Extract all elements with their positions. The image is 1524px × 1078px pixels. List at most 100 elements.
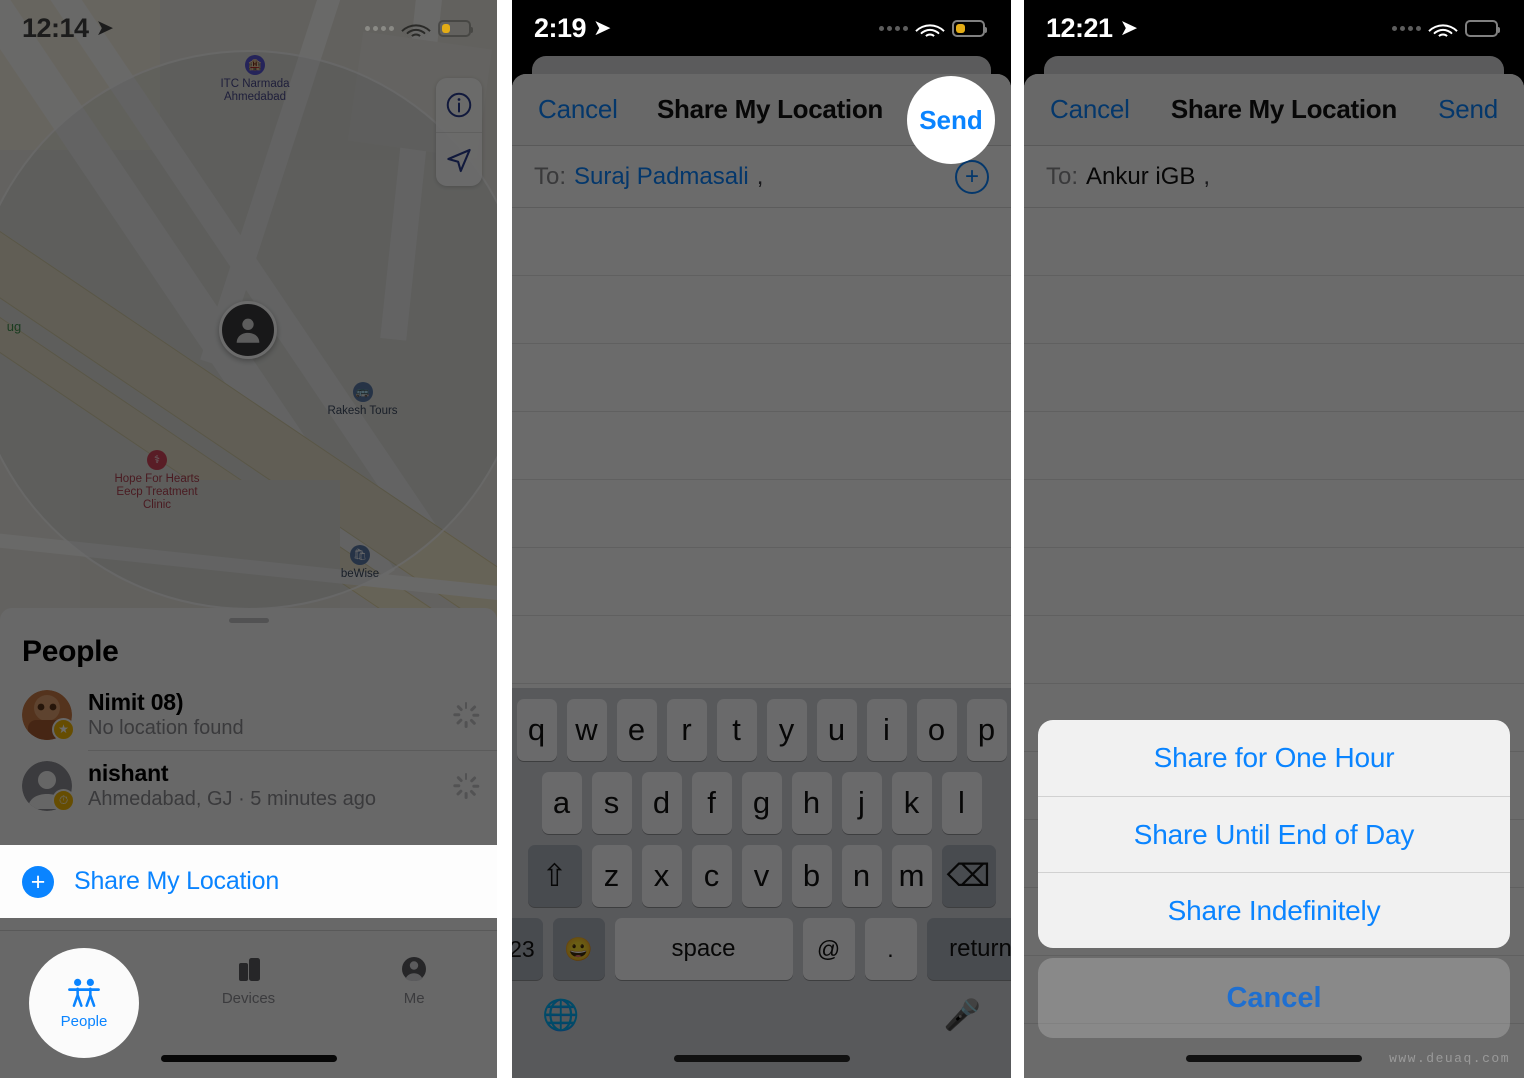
info-button[interactable] [436,78,482,132]
key-k[interactable]: k [891,772,932,834]
add-contact-icon[interactable]: + [955,159,989,194]
map-poi-bewise[interactable]: 🛍 beWise [320,545,400,581]
key-g[interactable]: g [741,772,782,834]
keyboard-bottom-row: 🌐 🎤 [512,980,1011,1033]
locate-button[interactable] [436,132,482,186]
key-r[interactable]: r [666,699,707,761]
key-y[interactable]: y [766,699,807,761]
emoji-key-icon[interactable]: 😀 [552,918,605,980]
person-status: No location found [88,717,244,739]
shift-key-icon[interactable]: ⇧ [527,845,582,907]
status-bar: 2:19 ➤ [512,0,1011,56]
key-x[interactable]: x [641,845,682,907]
key-m[interactable]: m [891,845,932,907]
current-user-location-pin[interactable] [219,301,277,359]
backspace-key-icon[interactable]: ⌫ [941,845,996,907]
battery-low-power-icon [952,19,987,37]
action-sheet: Share for One Hour Share Until End of Da… [1038,720,1510,1038]
cancel-button[interactable]: Cancel [1050,94,1130,125]
tab-devices[interactable]: Devices [166,931,332,1031]
hotel-icon: 🏨 [245,55,265,75]
share-indefinitely-button[interactable]: Share Indefinitely [1038,872,1510,948]
tab-me[interactable]: Me [331,931,497,1031]
key-c[interactable]: c [691,845,732,907]
map-poi-park: ug [0,320,32,333]
key-l[interactable]: l [941,772,982,834]
action-sheet-cancel-button[interactable]: Cancel [1038,958,1510,1038]
key-n[interactable]: n [841,845,882,907]
key-t[interactable]: t [716,699,757,761]
body-line [1024,276,1524,344]
space-key[interactable]: space [614,918,793,980]
key-w[interactable]: w [566,699,607,761]
map-poi-label: Rakesh Tours [327,405,398,417]
globe-key-icon[interactable]: 🌐 [542,998,579,1033]
signal-dots-icon [879,25,908,31]
key-j[interactable]: j [841,772,882,834]
status-time: 12:21 [1046,12,1113,43]
location-arrow-icon: ➤ [593,15,612,40]
body-line [1024,548,1524,616]
key-s[interactable]: s [591,772,632,834]
battery-icon [1465,19,1500,37]
status-bar: 12:21 ➤ [1024,0,1524,56]
key-u[interactable]: u [816,699,857,761]
body-line [512,548,1011,616]
on-screen-keyboard[interactable]: q w e r t y u i o p a s d f g h j k l ⇧ … [512,688,1011,1078]
share-my-location-row[interactable]: + Share My Location [0,845,497,918]
body-line [1024,480,1524,548]
key-q[interactable]: q [516,699,557,761]
key-p[interactable]: p [966,699,1007,761]
send-button[interactable]: Send [907,76,995,164]
map-poi-itc-narmada[interactable]: 🏨 ITC Narmada Ahmedabad [195,55,315,104]
to-label: To: [1046,162,1079,190]
phone-screen-find-my-people: 🏨 ITC Narmada Ahmedabad 🚌 Rakesh Tours ⚕… [0,0,497,1078]
clock-badge: ⏱ [52,788,75,812]
list-item[interactable]: ⏱ nishant Ahmedabad, GJ · 5 minutes ago [0,750,497,821]
person-name: nishant [88,760,169,786]
key-a[interactable]: a [541,772,582,834]
cancel-button[interactable]: Cancel [538,94,618,125]
share-my-location-sheet: Cancel Share My Location Send To: Suraj … [512,74,1011,1078]
body-line [1024,412,1524,480]
numbers-key[interactable]: 123 [512,918,543,980]
keyboard-row-3: ⇧ z x c v b n m ⌫ [512,845,1011,907]
return-key[interactable]: return [926,918,1011,980]
share-end-of-day-button[interactable]: Share Until End of Day [1038,796,1510,872]
key-z[interactable]: z [591,845,632,907]
map-poi-hope-for-hearts[interactable]: ⚕ Hope For Hearts Eecp Treatment Clinic [97,450,217,512]
recipient-name[interactable]: Ankur iGB [1086,163,1195,191]
period-key[interactable]: . [864,918,917,980]
recipient-name[interactable]: Suraj Padmasali [574,163,749,191]
body-line [1024,616,1524,684]
key-e[interactable]: e [616,699,657,761]
loading-spinner [453,772,479,799]
share-one-hour-button[interactable]: Share for One Hour [1038,720,1510,796]
send-button-highlight[interactable]: Send [907,76,995,164]
body-line [512,412,1011,480]
bus-icon: 🚌 [352,382,373,402]
at-key[interactable]: @ [802,918,855,980]
signal-dots-icon [365,25,394,31]
microphone-key-icon[interactable]: 🎤 [944,998,981,1033]
map-controls[interactable] [436,78,482,186]
send-button[interactable]: Send [1438,94,1498,125]
key-f[interactable]: f [691,772,732,834]
recipient-field[interactable]: To: Ankur iGB , [1024,146,1524,208]
body-line [1024,208,1524,276]
navigation-bar: Cancel Share My Location Send [1024,74,1524,146]
key-v[interactable]: v [741,845,782,907]
key-h[interactable]: h [791,772,832,834]
key-b[interactable]: b [791,845,832,907]
map-poi-label: beWise [340,568,380,580]
wifi-icon [401,15,431,45]
tab-label: Devices [221,990,276,1007]
home-indicator [160,1055,337,1062]
people-tab-highlight[interactable]: People [29,948,139,1058]
key-o[interactable]: o [916,699,957,761]
map-poi-rakesh-tours[interactable]: 🚌 Rakesh Tours [305,382,420,418]
key-i[interactable]: i [866,699,907,761]
key-d[interactable]: d [641,772,682,834]
list-item[interactable]: ★ Nimit 08) No location found [0,679,497,750]
person-status: Ahmedabad, GJ · 5 minutes ago [88,788,376,810]
